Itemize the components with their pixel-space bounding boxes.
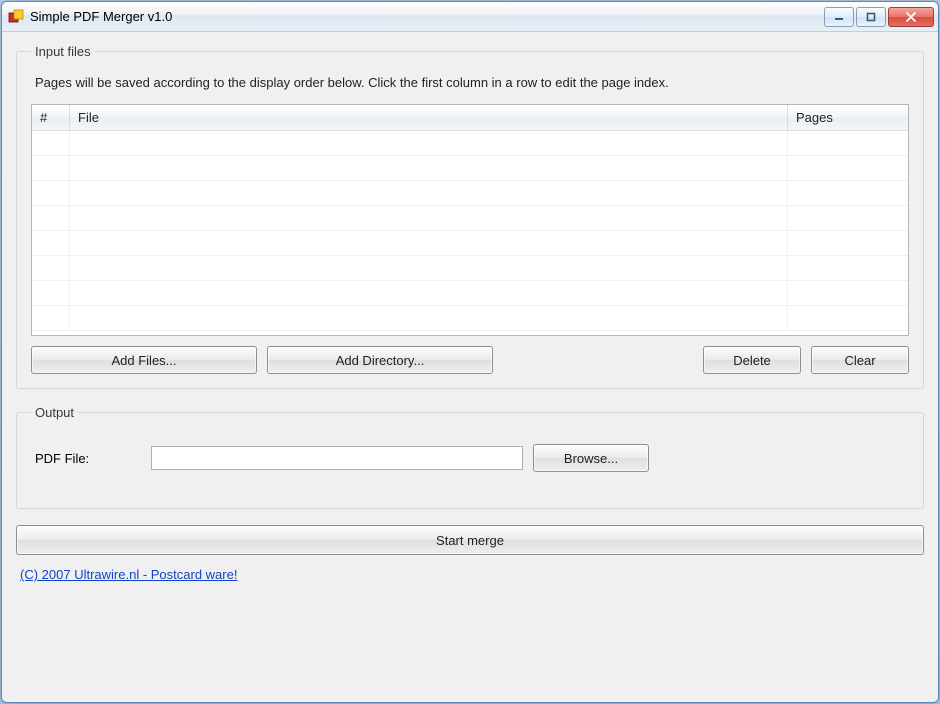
table-row[interactable] bbox=[32, 206, 908, 231]
pdf-file-input[interactable] bbox=[151, 446, 523, 470]
table-row[interactable] bbox=[32, 181, 908, 206]
column-pages[interactable]: Pages bbox=[788, 105, 908, 130]
listview-header: # File Pages bbox=[32, 105, 908, 131]
listview-body[interactable] bbox=[32, 131, 908, 335]
column-file[interactable]: File bbox=[70, 105, 788, 130]
start-merge-row: Start merge bbox=[16, 525, 924, 555]
add-directory-button[interactable]: Add Directory... bbox=[267, 346, 493, 374]
app-icon bbox=[8, 9, 24, 25]
window-controls bbox=[824, 7, 934, 27]
pdf-file-label: PDF File: bbox=[31, 451, 141, 466]
files-listview[interactable]: # File Pages bbox=[31, 104, 909, 336]
table-row[interactable] bbox=[32, 131, 908, 156]
input-files-group: Input files Pages will be saved accordin… bbox=[16, 44, 924, 389]
output-group: Output PDF File: Browse... bbox=[16, 405, 924, 509]
column-index[interactable]: # bbox=[32, 105, 70, 130]
maximize-button[interactable] bbox=[856, 7, 886, 27]
minimize-button[interactable] bbox=[824, 7, 854, 27]
browse-button[interactable]: Browse... bbox=[533, 444, 649, 472]
app-window: Simple PDF Merger v1.0 Input files Pages… bbox=[1, 1, 939, 703]
input-files-legend: Input files bbox=[31, 44, 95, 59]
clear-button[interactable]: Clear bbox=[811, 346, 909, 374]
client-area: Input files Pages will be saved accordin… bbox=[2, 32, 938, 702]
titlebar[interactable]: Simple PDF Merger v1.0 bbox=[2, 2, 938, 32]
table-row[interactable] bbox=[32, 256, 908, 281]
add-files-button[interactable]: Add Files... bbox=[31, 346, 257, 374]
close-button[interactable] bbox=[888, 7, 934, 27]
input-hint: Pages will be saved according to the dis… bbox=[35, 75, 909, 90]
start-merge-button[interactable]: Start merge bbox=[16, 525, 924, 555]
delete-button[interactable]: Delete bbox=[703, 346, 801, 374]
window-title: Simple PDF Merger v1.0 bbox=[30, 9, 824, 24]
table-row[interactable] bbox=[32, 231, 908, 256]
footer-link[interactable]: (C) 2007 Ultrawire.nl - Postcard ware! bbox=[20, 567, 924, 582]
input-buttons-row: Add Files... Add Directory... Delete Cle… bbox=[31, 346, 909, 374]
table-row[interactable] bbox=[32, 281, 908, 306]
table-row[interactable] bbox=[32, 306, 908, 331]
output-row: PDF File: Browse... bbox=[31, 444, 909, 472]
table-row[interactable] bbox=[32, 156, 908, 181]
output-legend: Output bbox=[31, 405, 78, 420]
